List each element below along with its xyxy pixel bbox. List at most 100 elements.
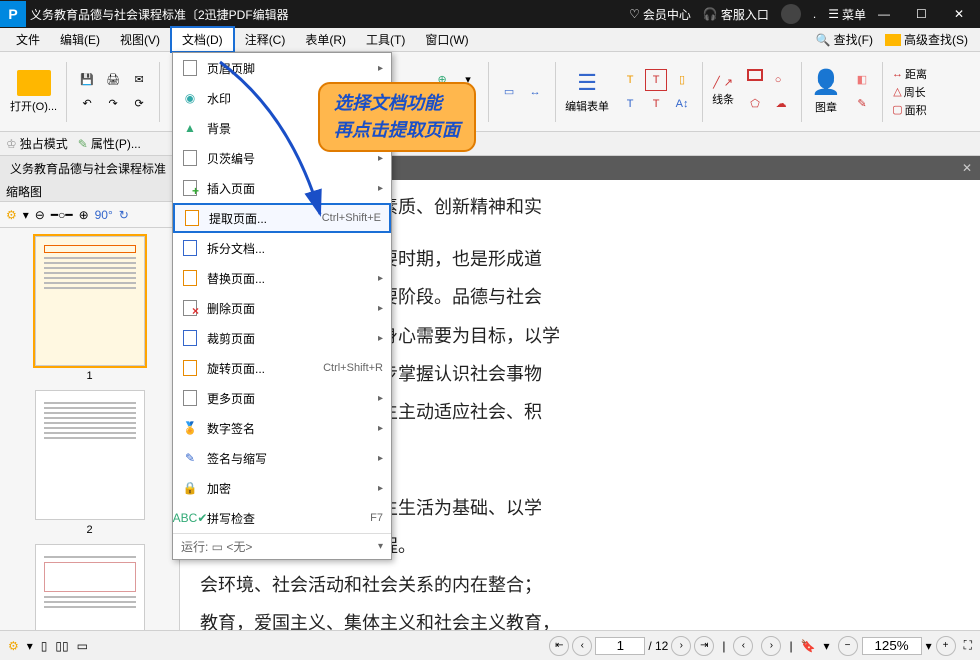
undo-icon[interactable]: ↶ xyxy=(76,93,98,115)
open-folder-icon xyxy=(17,70,51,96)
form-icon: ☰ xyxy=(577,70,597,96)
thumbnail-page-1[interactable] xyxy=(35,236,145,366)
zoom-out-thumb-icon[interactable]: ⊖ xyxy=(35,208,45,222)
menu-sign-redact[interactable]: ✎签名与缩写▸ xyxy=(173,443,391,473)
refresh-icon[interactable]: ⟳ xyxy=(128,93,150,115)
thumbnail-page-2[interactable] xyxy=(35,390,145,520)
menu-header-footer[interactable]: 页眉页脚▸ xyxy=(173,53,391,83)
open-group[interactable]: 打开(O)... xyxy=(6,70,61,114)
zoom-in-thumb-icon[interactable]: ⊕ xyxy=(79,208,89,222)
menu-file[interactable]: 文件 xyxy=(6,28,50,51)
last-page-button[interactable]: ⇥ xyxy=(694,636,714,656)
zoom-in-button[interactable]: + xyxy=(936,636,956,656)
fit-width-icon[interactable]: ↔ xyxy=(524,81,546,103)
annotation-callout: 选择文档功能 再点击提取页面 xyxy=(318,82,476,152)
tab-close-icon[interactable]: ✕ xyxy=(954,161,980,175)
perimeter-tool[interactable]: 周长 xyxy=(904,84,926,100)
gear-icon[interactable]: ⚙ xyxy=(6,208,17,222)
thumbnail-sidebar: 缩略图 ⚙▾ ⊖ ━○━ ⊕ 90° ↻ 1 2 3 xyxy=(0,180,180,630)
highlight-icon[interactable]: ▯ xyxy=(671,69,693,91)
next-page-button[interactable]: › xyxy=(671,636,691,656)
main-menu-button[interactable]: ☰ 菜单 xyxy=(828,6,866,23)
app-logo: P xyxy=(0,1,26,27)
polygon-icon[interactable]: ⬠ xyxy=(744,93,766,115)
member-center-link[interactable]: ♡ 会员中心 xyxy=(629,6,691,23)
cloud-icon[interactable]: ☁ xyxy=(770,93,792,115)
menu-window[interactable]: 窗口(W) xyxy=(415,28,478,51)
menu-tool[interactable]: 工具(T) xyxy=(356,28,415,51)
text-tool-icon[interactable]: T xyxy=(619,69,641,91)
pencil-icon[interactable]: ✎ xyxy=(851,93,873,115)
open-label: 打开(O)... xyxy=(10,98,57,114)
stamp-icon: 👤 xyxy=(811,68,841,97)
mail-icon[interactable]: ✉ xyxy=(128,69,150,91)
layout-continuous-icon[interactable]: ▯▯ xyxy=(55,639,68,653)
zoom-input[interactable] xyxy=(862,637,922,655)
exclusive-mode-button[interactable]: ♔独占模式 xyxy=(6,135,68,152)
font-height-icon[interactable]: A↕ xyxy=(671,93,693,115)
eraser-icon[interactable]: ◧ xyxy=(851,69,873,91)
menu-extract-page[interactable]: 提取页面...Ctrl+Shift+E xyxy=(173,203,391,233)
circle-icon[interactable]: ○ xyxy=(767,69,789,91)
properties-button[interactable]: ✎属性(P)... xyxy=(78,135,141,152)
close-button[interactable]: ✕ xyxy=(954,7,980,21)
menu-more-pages[interactable]: 更多页面▸ xyxy=(173,383,391,413)
redo-icon[interactable]: ↷ xyxy=(102,93,124,115)
edit-form-group[interactable]: ☰ 编辑表单 xyxy=(561,70,613,114)
find-button[interactable]: 🔍 查找(F) xyxy=(810,29,879,50)
rect-icon[interactable] xyxy=(747,69,763,81)
menu-rotate-page[interactable]: 旋转页面...Ctrl+Shift+R xyxy=(173,353,391,383)
layout-facing-icon[interactable]: ▭ xyxy=(77,639,88,653)
menu-delete-page[interactable]: 删除页面▸ xyxy=(173,293,391,323)
menu-run-row[interactable]: 运行: ▭ <无>▾ xyxy=(173,533,391,559)
fit-page-icon[interactable]: ▭ xyxy=(498,81,520,103)
second-toolbar: ♔独占模式 ✎属性(P)... xyxy=(0,132,980,156)
distance-tool[interactable]: 距离 xyxy=(905,66,927,82)
menu-encrypt[interactable]: 🔒加密▸ xyxy=(173,473,391,503)
thumbnail-page-3[interactable] xyxy=(35,544,145,630)
status-gear-icon[interactable]: ⚙ xyxy=(8,639,19,653)
sidebar-title: 缩略图 xyxy=(0,180,179,202)
support-link[interactable]: 🎧 客服入口 xyxy=(703,6,769,23)
first-page-button[interactable]: ⇤ xyxy=(549,636,569,656)
menu-replace-page[interactable]: 替换页面...▸ xyxy=(173,263,391,293)
edit-text-icon[interactable]: T xyxy=(619,93,641,115)
fullscreen-icon[interactable]: ⛶ xyxy=(964,638,972,653)
lines-group[interactable]: ╱ ↗ 线条 xyxy=(708,76,738,107)
avatar[interactable] xyxy=(781,4,801,24)
menu-split-doc[interactable]: 拆分文档... xyxy=(173,233,391,263)
menu-bar: 文件 编辑(E) 视图(V) 文档(D) 注释(C) 表单(R) 工具(T) 窗… xyxy=(0,28,980,52)
prev-page-button[interactable]: ‹ xyxy=(572,636,592,656)
advanced-find-button[interactable]: 高级查找(S) xyxy=(879,29,974,50)
menu-digital-sign[interactable]: 🏅数字签名▸ xyxy=(173,413,391,443)
underline-text-icon[interactable]: T xyxy=(645,93,667,115)
stamp-group[interactable]: 👤 图章 xyxy=(807,68,845,115)
minimize-button[interactable]: — xyxy=(878,7,904,21)
area-tool[interactable]: 面积 xyxy=(905,102,927,118)
print-icon[interactable]: 🖨 xyxy=(102,69,124,91)
menu-view[interactable]: 视图(V) xyxy=(110,28,170,51)
window-title: 义务教育品德与社会课程标准〔2迅捷PDF编辑器 xyxy=(30,6,629,23)
nav-fwd-button[interactable]: › xyxy=(761,636,781,656)
menu-form[interactable]: 表单(R) xyxy=(295,28,356,51)
document-tab[interactable]: 义务教育品德与社会课程标准 xyxy=(0,156,176,180)
nav-back-button[interactable]: ‹ xyxy=(733,636,753,656)
menu-crop-page[interactable]: 裁剪页面▸ xyxy=(173,323,391,353)
title-bar: P 义务教育品德与社会课程标准〔2迅捷PDF编辑器 ♡ 会员中心 🎧 客服入口 … xyxy=(0,0,980,28)
status-bar: ⚙▾ ▯ ▯▯ ▭ ⇤ ‹ / 12 › ⇥ | ‹ › | 🔖▾ − ▾ + … xyxy=(0,630,980,660)
menu-spell-check[interactable]: ABC✔拼写检查F7 xyxy=(173,503,391,533)
layout-single-icon[interactable]: ▯ xyxy=(41,639,48,653)
textbox-icon[interactable]: T xyxy=(645,69,667,91)
menu-edit[interactable]: 编辑(E) xyxy=(50,28,110,51)
document-tab-bar: 义务教育品德与社会课程标准 ✕ xyxy=(0,156,980,180)
page-input[interactable] xyxy=(595,637,645,655)
maximize-button[interactable]: ☐ xyxy=(916,7,942,21)
menu-annotate[interactable]: 注释(C) xyxy=(235,28,296,51)
menu-insert-page[interactable]: 插入页面▸ xyxy=(173,173,391,203)
bookmark-icon[interactable]: 🔖 xyxy=(801,639,816,653)
zoom-out-button[interactable]: − xyxy=(838,636,858,656)
rotate-thumb[interactable]: 90° xyxy=(95,208,113,222)
save-icon[interactable]: 💾 xyxy=(76,69,98,91)
toolbar: 打开(O)... 💾🖨✉ ↶↷⟳ ⊕▾ ⊖ ▭↔ ☰ 编辑表单 TT▯ TTA↕… xyxy=(0,52,980,132)
menu-document[interactable]: 文档(D) xyxy=(170,26,235,53)
